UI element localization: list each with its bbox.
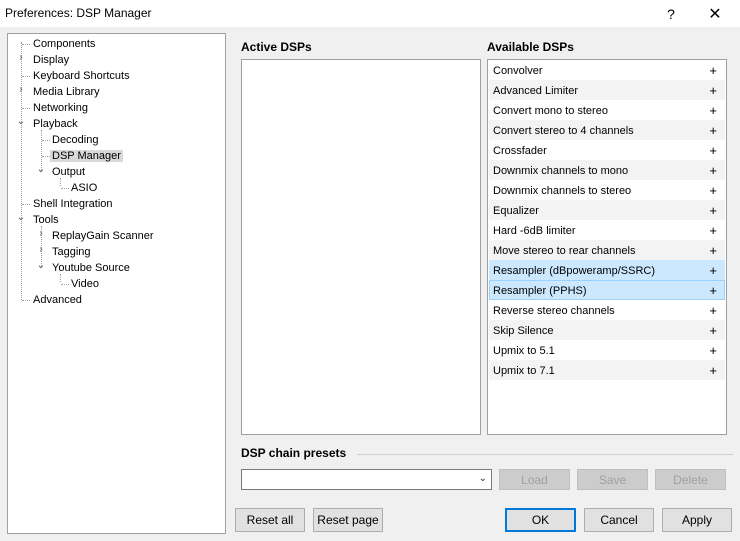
dsp-item-resampler-ssrc[interactable]: Resampler (dBpoweramp/SSRC) +	[489, 260, 725, 280]
add-icon[interactable]: +	[709, 321, 717, 341]
dsp-item-convert-mono-to-stereo[interactable]: Convert mono to stereo +	[489, 100, 725, 120]
chevron-down-icon[interactable]: ⌄	[16, 116, 26, 127]
add-icon[interactable]: +	[709, 101, 717, 121]
add-icon[interactable]: +	[709, 201, 717, 221]
tree-item-asio[interactable]: ASIO	[69, 180, 99, 196]
load-button[interactable]: Load	[499, 469, 570, 490]
window-title: Preferences: DSP Manager	[5, 6, 152, 20]
add-icon[interactable]: +	[709, 261, 717, 281]
add-icon[interactable]: +	[709, 181, 717, 201]
add-icon[interactable]: +	[709, 281, 717, 301]
available-dsps-list[interactable]: Convolver + Advanced Limiter + Convert mon…	[487, 59, 727, 435]
chevron-right-icon[interactable]: ›	[36, 244, 46, 255]
tree-item-decoding[interactable]: Decoding	[50, 132, 100, 148]
dsp-item-upmix-7-1[interactable]: Upmix to 7.1 +	[489, 360, 725, 380]
delete-button[interactable]: Delete	[655, 469, 726, 490]
add-icon[interactable]: +	[709, 121, 717, 141]
chevron-right-icon[interactable]: ›	[36, 228, 46, 239]
tree-item-playback[interactable]: Playback	[31, 116, 80, 132]
help-icon: ?	[667, 5, 675, 22]
dsp-item-downmix-to-stereo[interactable]: Downmix channels to stereo +	[489, 180, 725, 200]
tree-guide-line	[21, 42, 22, 300]
help-button[interactable]: ?	[648, 0, 694, 27]
tree-item-youtube-source[interactable]: Youtube Source	[50, 260, 132, 276]
add-icon[interactable]: +	[709, 81, 717, 101]
tree-item-keyboard-shortcuts[interactable]: Keyboard Shortcuts	[31, 68, 132, 84]
reset-page-button[interactable]: Reset page	[313, 508, 383, 532]
add-icon[interactable]: +	[709, 61, 717, 81]
add-icon[interactable]: +	[709, 161, 717, 181]
save-button[interactable]: Save	[577, 469, 648, 490]
chevron-right-icon[interactable]: ›	[16, 84, 26, 95]
dsp-item-skip-silence[interactable]: Skip Silence +	[489, 320, 725, 340]
tree-item-networking[interactable]: Networking	[31, 100, 90, 116]
chevron-right-icon[interactable]: ›	[16, 52, 26, 63]
add-icon[interactable]: +	[709, 301, 717, 321]
dsp-item-move-stereo-to-rear[interactable]: Move stereo to rear channels +	[489, 240, 725, 260]
add-icon[interactable]: +	[709, 341, 717, 361]
presets-combo[interactable]: ⌄	[241, 469, 492, 490]
tree-item-dsp-manager[interactable]: DSP Manager	[50, 148, 123, 164]
tree-item-media-library[interactable]: Media Library	[31, 84, 102, 100]
cancel-button[interactable]: Cancel	[584, 508, 654, 532]
active-dsps-title: Active DSPs	[241, 40, 312, 54]
presets-title: DSP chain presets	[241, 446, 347, 460]
dsp-item-resampler-pphs[interactable]: Resampler (PPHS) +	[489, 280, 725, 300]
close-icon: ✕	[708, 5, 722, 23]
chevron-down-icon[interactable]: ⌄	[36, 164, 46, 175]
dsp-item-equalizer[interactable]: Equalizer +	[489, 200, 725, 220]
dsp-item-upmix-5-1[interactable]: Upmix to 5.1 +	[489, 340, 725, 360]
chevron-down-icon: ⌄	[478, 473, 487, 484]
dsp-item-downmix-to-mono[interactable]: Downmix channels to mono +	[489, 160, 725, 180]
add-icon[interactable]: +	[709, 241, 717, 261]
dsp-item-convert-stereo-to-4-channels[interactable]: Convert stereo to 4 channels +	[489, 120, 725, 140]
ok-button[interactable]: OK	[505, 508, 576, 532]
dsp-item-hard-limiter[interactable]: Hard -6dB limiter +	[489, 220, 725, 240]
tree-item-advanced[interactable]: Advanced	[31, 292, 84, 308]
active-dsps-list[interactable]	[241, 59, 481, 435]
tree-item-replaygain-scanner[interactable]: ReplayGain Scanner	[50, 228, 156, 244]
available-dsps-title: Available DSPs	[487, 40, 574, 54]
preferences-tree[interactable]: Components › Display Keyboard Shortcuts …	[7, 33, 226, 534]
dsp-item-convolver[interactable]: Convolver +	[489, 60, 725, 80]
tree-item-tagging[interactable]: Tagging	[50, 244, 93, 260]
reset-all-button[interactable]: Reset all	[235, 508, 305, 532]
chevron-down-icon[interactable]: ⌄	[16, 212, 26, 223]
tree-item-shell-integration[interactable]: Shell Integration	[31, 196, 115, 212]
tree-item-tools[interactable]: Tools	[31, 212, 61, 228]
apply-button[interactable]: Apply	[662, 508, 732, 532]
tree-item-output[interactable]: Output	[50, 164, 87, 180]
chevron-down-icon[interactable]: ⌄	[36, 260, 46, 271]
add-icon[interactable]: +	[709, 221, 717, 241]
presets-divider	[357, 454, 733, 455]
title-bar: Preferences: DSP Manager ? ✕	[0, 0, 740, 27]
tree-item-video[interactable]: Video	[69, 276, 101, 292]
add-icon[interactable]: +	[709, 361, 717, 381]
dsp-item-advanced-limiter[interactable]: Advanced Limiter +	[489, 80, 725, 100]
tree-item-display[interactable]: Display	[31, 52, 71, 68]
add-icon[interactable]: +	[709, 141, 717, 161]
dsp-item-reverse-stereo[interactable]: Reverse stereo channels +	[489, 300, 725, 320]
dsp-item-crossfader[interactable]: Crossfader +	[489, 140, 725, 160]
close-button[interactable]: ✕	[692, 0, 738, 27]
tree-item-components[interactable]: Components	[31, 36, 97, 52]
